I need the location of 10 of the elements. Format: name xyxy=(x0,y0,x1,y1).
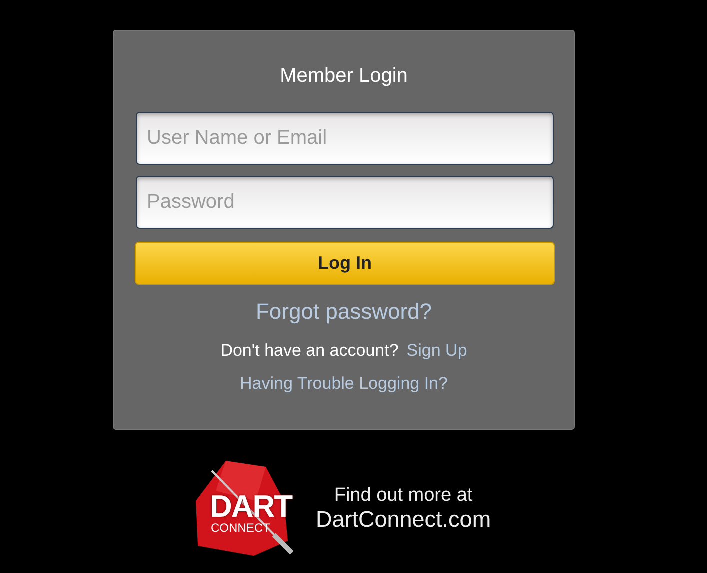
forgot-password-link[interactable]: Forgot password? xyxy=(256,299,432,325)
trouble-link[interactable]: Having Trouble Logging In? xyxy=(240,374,448,394)
login-title: Member Login xyxy=(279,64,409,89)
signup-prompt: Don't have an account? xyxy=(220,341,399,361)
login-button[interactable]: Log In xyxy=(135,242,555,285)
input-field[interactable]: User Name or Email xyxy=(136,112,554,165)
promo-text: Find out more at xyxy=(334,484,473,506)
website-text: DartConnect.com xyxy=(316,506,492,532)
input-field[interactable]: Password xyxy=(136,176,554,229)
sign-up-link[interactable]: Sign Up xyxy=(406,341,468,361)
